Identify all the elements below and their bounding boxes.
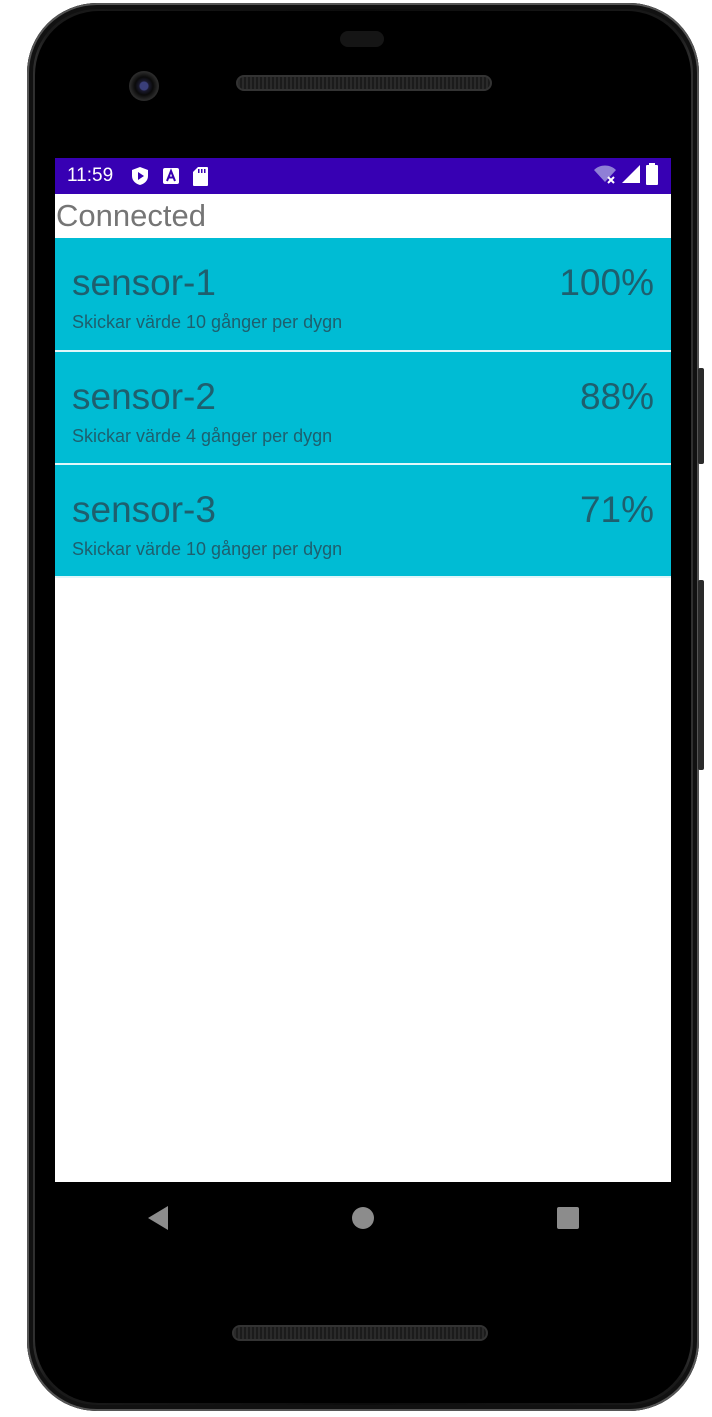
status-time: 11:59 [67,165,114,186]
recents-icon [557,1207,580,1229]
power-button [698,580,704,770]
status-right-icons [593,162,659,190]
shield-play-icon [131,166,149,186]
back-button[interactable] [128,1188,188,1248]
home-button[interactable] [333,1188,393,1248]
signal-icon [621,164,641,189]
sensor-name: sensor-1 [72,262,216,303]
sd-card-icon [193,166,209,186]
earpiece-slot [340,31,384,47]
bottom-speaker-grille [232,1325,488,1341]
app-screen: 11:59 Connected sensor-1 100% Skickar vä… [55,158,671,1182]
wifi-off-icon [593,164,617,189]
navigation-bar [55,1182,671,1254]
battery-icon [645,162,659,190]
page-title: Connected [56,198,206,233]
sensor-description: Skickar värde 4 gånger per dygn [72,426,333,446]
sensor-list: sensor-1 100% Skickar värde 10 gånger pe… [55,238,671,578]
sensor-percent: 71% [579,489,654,530]
status-bar: 11:59 [55,158,671,194]
recents-button[interactable] [538,1188,598,1248]
home-icon [351,1207,374,1229]
top-speaker-grille [236,75,492,91]
sensor-name: sensor-3 [72,489,216,530]
sensor-row[interactable]: sensor-1 100% Skickar värde 10 gånger pe… [55,238,671,352]
sensor-description: Skickar värde 10 gånger per dygn [72,312,343,332]
sensor-row[interactable]: sensor-2 88% Skickar värde 4 gånger per … [55,352,671,465]
sensor-percent: 100% [559,262,654,303]
front-camera [129,71,159,101]
volume-button [698,368,704,464]
back-icon [147,1206,168,1230]
a-letter-icon [163,168,180,184]
sensor-percent: 88% [579,376,654,417]
sensor-name: sensor-2 [72,376,216,417]
sensor-row[interactable]: sensor-3 71% Skickar värde 10 gånger per… [55,465,671,578]
sensor-description: Skickar värde 10 gånger per dygn [72,539,343,559]
